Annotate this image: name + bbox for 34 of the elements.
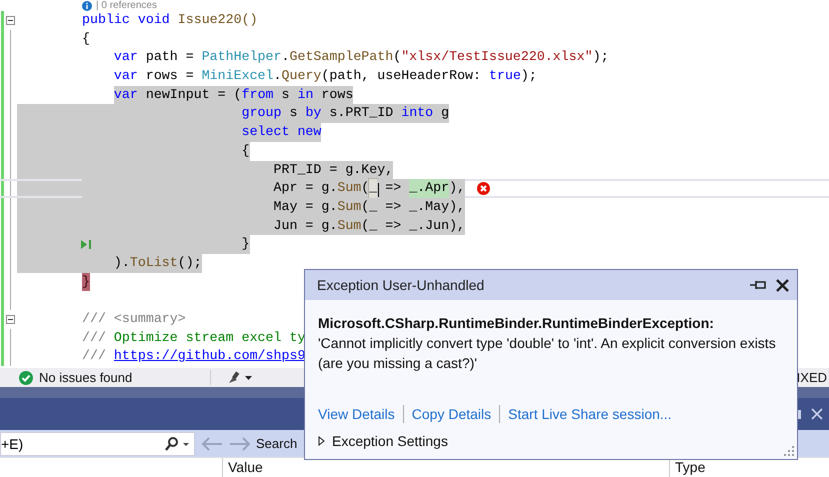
collapse-icon[interactable]: [6, 16, 15, 25]
code-line: ).ToList();: [82, 254, 202, 273]
code-line: var path = PathHelper.GetSamplePath("xlsx/TestIssue220.xlsx");: [112, 48, 609, 66]
code-line: May = g.Sum(_ => _.May),: [82, 198, 466, 217]
search-label: Search: [256, 436, 298, 451]
exception-settings-toggle[interactable]: Exception Settings: [332, 433, 448, 449]
code-line: /// <summary>: [82, 310, 186, 328]
brush-dropdown-icon[interactable]: [227, 370, 254, 384]
close-icon[interactable]: [776, 278, 789, 292]
status-text: IXED: [796, 370, 827, 385]
code-line: /// Optimize stream excel ty: [82, 328, 306, 347]
exception-type: Microsoft.CSharp.RuntimeBinder.RuntimeBinderException:: [318, 314, 715, 333]
search-dropdown-icon[interactable]: [164, 436, 190, 452]
popup-title: Exception User-Unhandled: [317, 277, 486, 293]
resize-grip-icon[interactable]: [784, 446, 794, 456]
search-field[interactable]: +E): [0, 432, 195, 456]
references-codelens[interactable]: | 0 references: [96, 0, 157, 11]
code-line: Apr = g.Sum(_ => _.Apr),: [82, 181, 466, 196]
code-line: group s by s.PRT_ID into g: [82, 104, 450, 124]
issues-status[interactable]: No issues found: [39, 370, 132, 385]
code-line: /// https://github.com/shps9: [82, 347, 306, 366]
expand-triangle-icon[interactable]: [318, 436, 326, 446]
code-line: {: [82, 30, 90, 48]
code-line: var rows = MiniExcel.Query(path, useHeaderRow: true);: [112, 67, 537, 86]
popup-link[interactable]: Start Live Share session...: [508, 406, 672, 422]
code-line: public void Issue220(): [82, 11, 258, 29]
collapse-icon[interactable]: [6, 315, 15, 324]
popup-link[interactable]: View Details: [318, 406, 395, 422]
code-line: Jun = g.Sum(_ => _.Jun),: [82, 216, 466, 236]
info-icon: [82, 0, 92, 10]
check-icon: [19, 370, 33, 384]
popup-link[interactable]: Copy Details: [412, 406, 492, 422]
code-line: var newInput = (from s in rows: [82, 86, 354, 104]
exception-message: 'Cannot implicitly convert type 'double' to 'int'. An explicit conversion exists (are you missing a cast?)': [318, 334, 777, 373]
